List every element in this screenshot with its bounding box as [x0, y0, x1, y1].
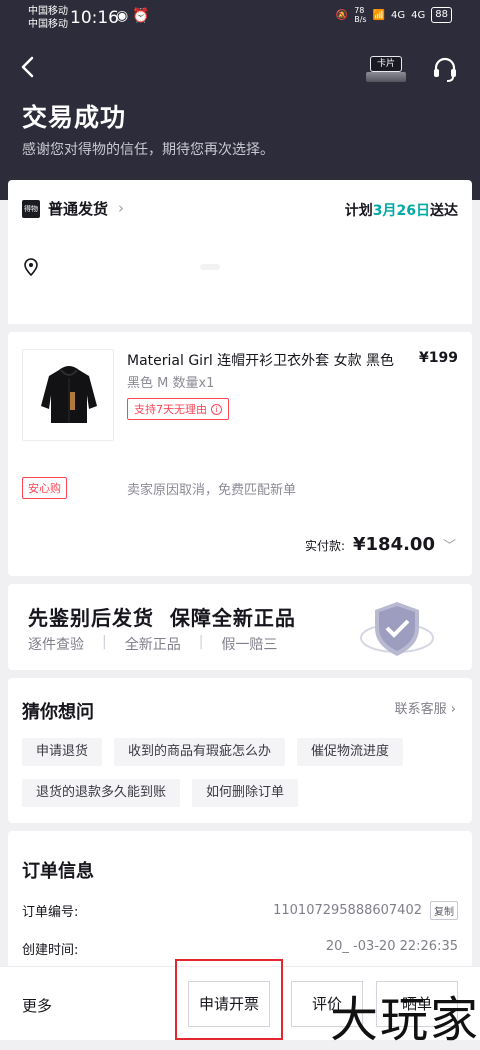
contact-service-label: 联系客服	[394, 702, 447, 717]
faq-card: 猜你想问 联系客服 › 申请退货 收到的商品有瑕疵怎么办 催促物流进度 退货的退…	[8, 678, 472, 823]
product-price: ¥199	[419, 350, 458, 366]
hoodie-image	[41, 366, 97, 423]
faq-chip[interactable]: 如何删除订单	[192, 779, 299, 807]
delivery-plan: 计划3月26日送达	[345, 200, 458, 220]
page-subtitle: 感谢您对得物的信任，期待您再次选择。	[22, 142, 274, 158]
return-policy-badge[interactable]: 支持7天无理由 i	[127, 398, 229, 420]
page-title: 交易成功	[22, 103, 127, 132]
paid-amount-row[interactable]: 实付款: ¥184.00 ﹀	[305, 534, 456, 555]
product-card: Material Girl 连帽开衫卫衣外套 女款 黑色 ¥199 黑色 M 数…	[8, 332, 472, 576]
copy-button[interactable]: 复制	[430, 901, 458, 920]
faq-chip[interactable]: 催促物流进度	[297, 738, 404, 766]
info-icon: i	[211, 403, 222, 415]
return-policy-text: 支持7天无理由	[134, 403, 207, 416]
chevron-right-icon: ›	[450, 702, 456, 717]
order-info-card: 订单信息 订单编号: 110107295888607402 复制 创建时间: 2…	[8, 831, 472, 971]
signal-1: 4G	[391, 9, 406, 21]
carrier-2: 中国移动	[28, 19, 68, 30]
banner-items: 逐件查验 | 全新正品 | 假一赔三	[28, 634, 278, 653]
contact-service-link[interactable]: 联系客服 ›	[395, 698, 456, 717]
faq-title: 猜你想问	[22, 702, 94, 723]
plan-date: 3月26日	[372, 203, 430, 219]
faq-chip[interactable]: 收到的商品有瑕疵怎么办	[114, 738, 286, 766]
chevron-right-icon[interactable]: ›	[118, 199, 124, 217]
order-info-title: 订单信息	[22, 861, 94, 882]
chevron-down-icon[interactable]: ﹀	[443, 535, 456, 554]
safe-purchase-badge: 安心购	[22, 477, 67, 499]
more-button[interactable]: 更多	[22, 995, 52, 1016]
back-arrow-icon[interactable]	[16, 54, 42, 80]
status-right: 🔕 78 B/s 📶 4G 4G 88	[336, 6, 452, 24]
banner-item: 假一赔三	[221, 637, 278, 653]
status-icons: ◉⏰	[116, 8, 154, 24]
created-time-value: 20_ -03-20 22:26:35	[325, 939, 458, 954]
paid-label: 实付款:	[304, 539, 345, 553]
product-spec: 黑色 M 数量x1	[127, 376, 215, 391]
shipping-card: 得物 普通发货 › 计划3月26日送达	[8, 180, 472, 324]
eye-icon: ◉	[116, 8, 133, 24]
wifi-icon: 📶	[372, 9, 386, 21]
safe-purchase-desc: 卖家原因取消，免费匹配新单	[127, 483, 297, 498]
carrier-info: 中国移动 中国移动	[28, 5, 68, 31]
order-number-value-wrap: 110107295888607402 复制	[273, 901, 458, 920]
card-label: 卡片	[370, 56, 402, 72]
faq-chip[interactable]: 退货的退款多久能到账	[22, 779, 181, 807]
order-status-header: 中国移动 中国移动 10:16 ◉⏰ 🔕 78 B/s 📶 4G 4G 88 卡…	[0, 0, 480, 200]
poizon-shield-icon	[360, 602, 434, 656]
clock: 10:16	[70, 8, 119, 28]
headset-icon[interactable]	[430, 54, 460, 84]
mute-icon: 🔕	[335, 9, 349, 21]
product-thumbnail[interactable]	[22, 349, 114, 441]
apply-invoice-button[interactable]: 申请开票	[188, 981, 270, 1027]
faq-chips: 申请退货 收到的商品有瑕疵怎么办 催促物流进度 退货的退款多久能到账 如何删除订…	[22, 738, 462, 807]
carrier-1: 中国移动	[28, 6, 68, 17]
location-pin-icon	[24, 258, 38, 276]
plan-suffix: 送达	[430, 203, 458, 219]
faq-chip[interactable]: 申请退货	[22, 738, 103, 766]
status-bar: 中国移动 中国移动 10:16 ◉⏰ 🔕 78 B/s 📶 4G 4G 88	[0, 0, 480, 36]
banner-title: 先鉴别后发货 保障全新正品	[28, 606, 296, 630]
net-speed: 78 B/s	[354, 6, 367, 24]
dewu-logo: 得物	[22, 200, 40, 218]
card-stand-icon	[366, 72, 406, 82]
banner-item: 逐件查验	[28, 637, 84, 653]
order-number-value: 110107295888607402	[273, 903, 422, 918]
paid-amount: ¥184.00	[353, 534, 435, 555]
shipping-type[interactable]: 普通发货	[48, 198, 108, 219]
address-redacted	[200, 264, 220, 270]
alarm-icon: ⏰	[132, 8, 154, 24]
banner-item: 全新正品	[124, 637, 181, 653]
signal-2: 4G	[411, 9, 426, 21]
battery-icon: 88	[431, 7, 452, 23]
created-time-label: 创建时间:	[22, 943, 79, 958]
order-number-label: 订单编号:	[22, 905, 79, 920]
product-name[interactable]: Material Girl 连帽开衫卫衣外套 女款 黑色	[127, 350, 394, 370]
authenticity-banner[interactable]: 先鉴别后发货 保障全新正品 逐件查验 | 全新正品 | 假一赔三	[8, 584, 472, 670]
card-button[interactable]: 卡片	[366, 56, 406, 84]
plan-prefix: 计划	[344, 203, 373, 219]
